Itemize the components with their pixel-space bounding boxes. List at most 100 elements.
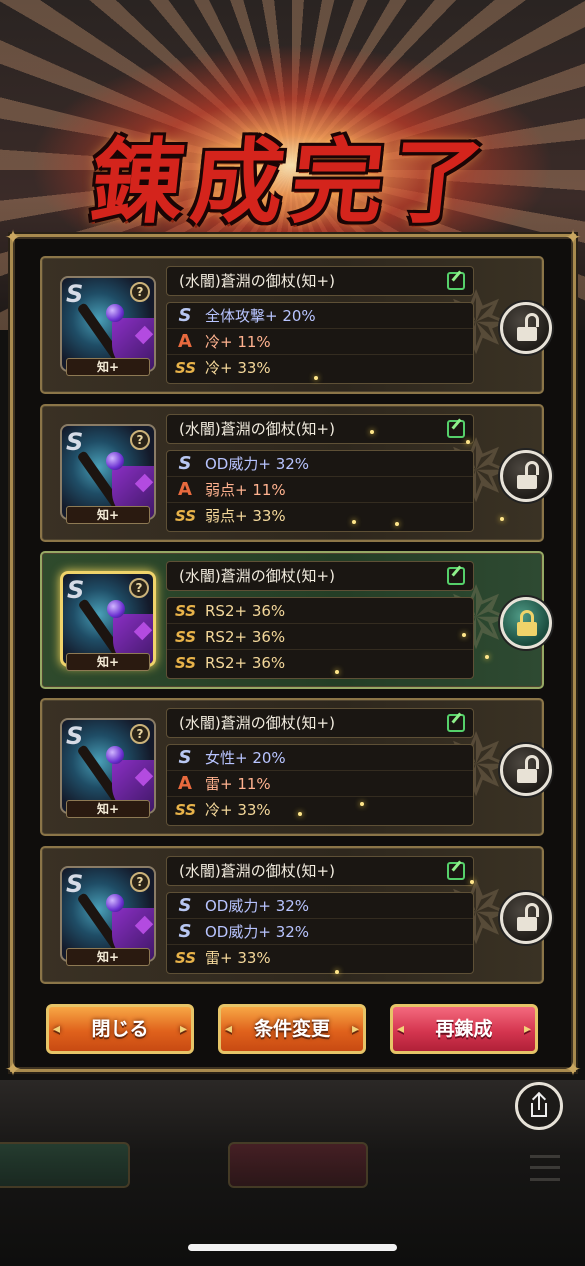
weapon-result-card[interactable]: ✵ S ? 知+ (水闇)蒼淵の御杖(知+) S OD威力+ 32% A 弱点+ … <box>40 404 552 542</box>
help-icon[interactable]: ? <box>130 872 150 892</box>
sparkle-effect <box>485 655 489 659</box>
stats-list: S 全体攻撃+ 20% A 冷+ 11% SS 冷+ 33% <box>166 302 474 384</box>
skill-s-icon: S <box>178 895 192 916</box>
help-icon[interactable]: ? <box>130 282 150 302</box>
sparkle-effect <box>335 970 339 974</box>
change-conditions-button[interactable]: ◂ 条件変更 ▸ <box>218 1004 366 1054</box>
stat-text: 弱点+ 33% <box>205 507 286 525</box>
rarity-s-icon: S <box>66 280 84 308</box>
stat-row: A 冷+ 11% <box>167 329 473 355</box>
unlock-icon <box>525 461 539 475</box>
lock-toggle-button[interactable] <box>500 597 552 649</box>
skill-s-icon: S <box>178 921 192 942</box>
lock-toggle-button[interactable] <box>500 892 552 944</box>
ornament-icon: ▸ <box>351 1021 359 1037</box>
lock-toggle-button[interactable] <box>500 302 552 354</box>
background-button-shadow <box>228 1142 368 1188</box>
edit-icon[interactable] <box>447 272 465 290</box>
skill-s-icon: S <box>178 453 192 474</box>
weapon-tag: 知+ <box>66 358 150 376</box>
ornament-icon: ◂ <box>53 1021 61 1037</box>
share-button[interactable] <box>515 1082 563 1130</box>
edit-icon[interactable] <box>447 420 465 438</box>
skill-ss-icon: SS <box>175 949 197 967</box>
page-title: 錬成完了 <box>86 128 498 236</box>
ornament-icon: ✦ <box>564 1057 582 1081</box>
weapon-name-label: (水闇)蒼淵の御杖(知+) <box>179 420 335 438</box>
weapon-tag: 知+ <box>66 653 150 671</box>
help-icon[interactable]: ? <box>129 578 149 598</box>
lock-body-icon <box>517 475 537 489</box>
stat-text: 冷+ 33% <box>205 359 271 377</box>
stat-text: OD威力+ 32% <box>205 455 310 473</box>
unlock-icon <box>525 903 539 917</box>
stat-row: SS RS2+ 36% <box>167 598 473 624</box>
sparkle-effect <box>370 430 374 434</box>
sparkle-effect <box>360 802 364 806</box>
skill-ss-icon: SS <box>175 628 197 646</box>
orb-icon <box>106 746 124 764</box>
ornament-icon: ▸ <box>523 1021 531 1037</box>
stat-text: RS2+ 36% <box>205 602 286 620</box>
stats-list: S 女性+ 20% A 雷+ 11% SS 冷+ 33% <box>166 744 474 826</box>
stat-row: SS RS2+ 36% <box>167 650 473 676</box>
lock-body-icon <box>517 769 537 783</box>
weapon-name: (水闇)蒼淵の御杖(知+) <box>166 266 474 296</box>
refine-again-button[interactable]: ◂ 再錬成 ▸ <box>390 1004 538 1054</box>
weapon-name: (水闇)蒼淵の御杖(知+) <box>166 856 474 886</box>
stat-row: SS 雷+ 33% <box>167 945 473 971</box>
close-button[interactable]: ◂ 閉じる ▸ <box>46 1004 194 1054</box>
stat-row: S OD威力+ 32% <box>167 893 473 919</box>
ornament-icon: ✦ <box>564 225 582 249</box>
ornament-icon: ✦ <box>4 1057 22 1081</box>
stat-text: 冷+ 11% <box>205 333 271 351</box>
stat-text: 雷+ 33% <box>205 949 271 967</box>
stat-row: S OD威力+ 32% <box>167 451 473 477</box>
sparkle-effect <box>500 517 504 521</box>
unlock-icon <box>525 755 539 769</box>
stat-row: SS 冷+ 33% <box>167 355 473 381</box>
edit-icon[interactable] <box>447 714 465 732</box>
weapon-result-card[interactable]: ✵ S ? 知+ (水闇)蒼淵の御杖(知+) S 女性+ 20% A 雷+ 11%… <box>40 698 552 836</box>
ornament-icon: ✦ <box>4 225 22 249</box>
edit-icon[interactable] <box>447 862 465 880</box>
stat-row: SS 弱点+ 33% <box>167 503 473 529</box>
lock-body-icon <box>517 327 537 341</box>
weapon-result-card[interactable]: ✵ S ? 知+ (水闇)蒼淵の御杖(知+) S 全体攻撃+ 20% A 冷+ 1… <box>40 256 552 394</box>
stat-text: 全体攻撃+ 20% <box>205 307 316 325</box>
skill-ss-icon: SS <box>175 507 197 525</box>
help-icon[interactable]: ? <box>130 430 150 450</box>
weapon-name: (水闇)蒼淵の御杖(知+) <box>166 414 474 444</box>
weapon-result-card[interactable]: ✵ S ? 知+ (水闇)蒼淵の御杖(知+) SS RS2+ 36% SS RS2… <box>40 551 552 689</box>
skill-ss-icon: SS <box>175 359 197 377</box>
weapon-name: (水闇)蒼淵の御杖(知+) <box>166 708 474 738</box>
background-button-shadow <box>0 1142 130 1188</box>
home-indicator[interactable] <box>188 1244 397 1251</box>
sparkle-effect <box>335 670 339 674</box>
skill-a-icon: A <box>178 773 192 794</box>
lock-toggle-button[interactable] <box>500 450 552 502</box>
rarity-s-icon: S <box>66 428 84 456</box>
rarity-s-icon: S <box>67 576 85 604</box>
stat-row: SS RS2+ 36% <box>167 624 473 650</box>
skill-a-icon: A <box>178 479 192 500</box>
lock-body-icon <box>517 622 537 636</box>
skill-ss-icon: SS <box>175 602 197 620</box>
stat-text: 雷+ 11% <box>205 775 271 793</box>
orb-icon <box>106 894 124 912</box>
stat-text: 弱点+ 11% <box>205 481 286 499</box>
stat-row: S OD威力+ 32% <box>167 919 473 945</box>
sparkle-effect <box>395 522 399 526</box>
help-icon[interactable]: ? <box>130 724 150 744</box>
lock-body-icon <box>517 917 537 931</box>
lock-toggle-button[interactable] <box>500 744 552 796</box>
weapon-result-card[interactable]: ✵ S ? 知+ (水闇)蒼淵の御杖(知+) S OD威力+ 32% S OD威力… <box>40 846 552 984</box>
rarity-s-icon: S <box>66 870 84 898</box>
edit-icon[interactable] <box>447 567 465 585</box>
ornament-icon: ◂ <box>397 1021 405 1037</box>
sparkle-effect <box>352 520 356 524</box>
weapon-tag: 知+ <box>66 800 150 818</box>
weapon-name-label: (水闇)蒼淵の御杖(知+) <box>179 862 335 880</box>
weapon-name: (水闇)蒼淵の御杖(知+) <box>166 561 474 591</box>
stat-text: 女性+ 20% <box>205 749 286 767</box>
